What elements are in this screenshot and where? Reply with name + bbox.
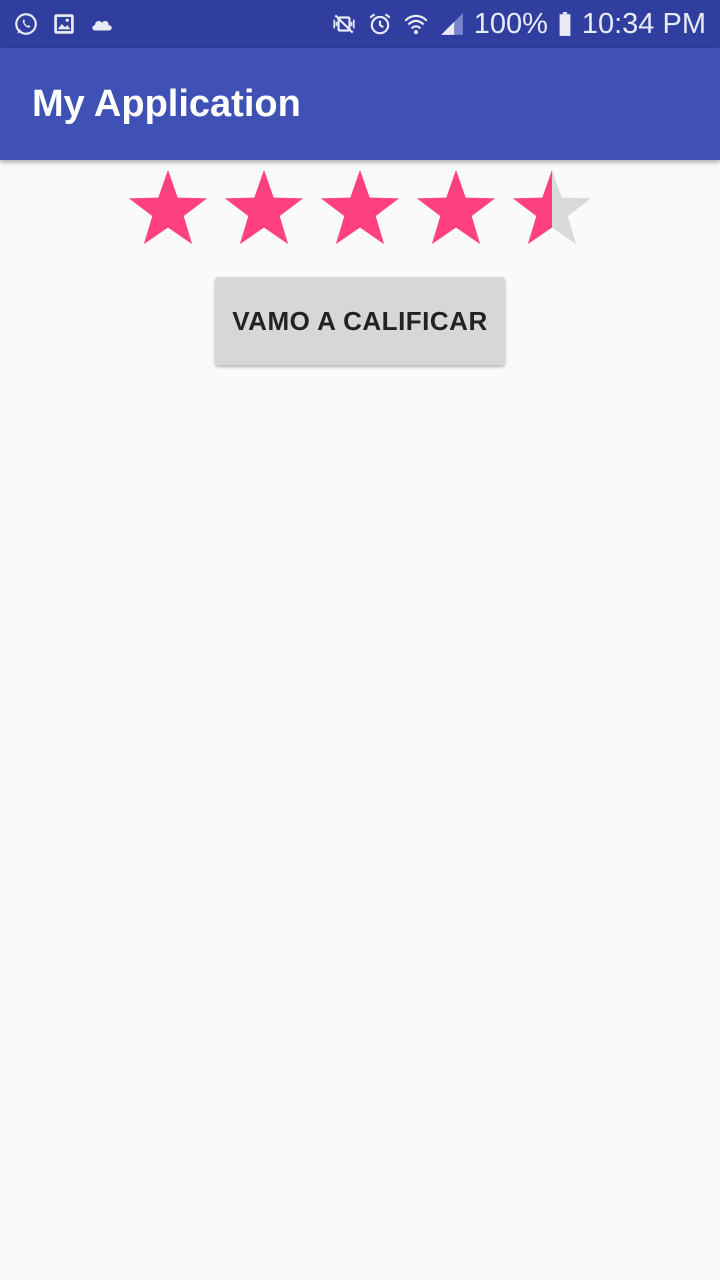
rating-bar[interactable] bbox=[124, 166, 596, 250]
rating-star[interactable] bbox=[225, 170, 303, 245]
rating-star[interactable] bbox=[129, 170, 207, 245]
whatsapp-icon bbox=[12, 10, 40, 38]
app-title: My Application bbox=[32, 82, 301, 125]
rating-stars[interactable] bbox=[124, 166, 596, 250]
app-bar: My Application bbox=[0, 48, 720, 160]
status-bar: 100% 10:34 PM bbox=[0, 0, 720, 48]
signal-icon bbox=[438, 10, 466, 38]
rating-star[interactable] bbox=[321, 170, 399, 245]
cloud-icon bbox=[88, 10, 116, 38]
status-bar-notifications bbox=[12, 10, 116, 38]
image-icon bbox=[50, 10, 78, 38]
clock: 10:34 PM bbox=[581, 7, 706, 40]
battery-icon bbox=[556, 10, 574, 38]
rate-button[interactable]: VAMO A CALIFICAR bbox=[215, 277, 505, 365]
alarm-icon bbox=[366, 10, 394, 38]
rating-star[interactable] bbox=[513, 170, 591, 245]
wifi-icon bbox=[402, 10, 430, 38]
mute-vibrate-icon bbox=[330, 10, 358, 38]
status-bar-system: 100% 10:34 PM bbox=[330, 8, 706, 41]
battery-percentage: 100% bbox=[473, 7, 548, 40]
main-content: VAMO A CALIFICAR bbox=[0, 160, 720, 1280]
rating-star[interactable] bbox=[417, 170, 495, 245]
